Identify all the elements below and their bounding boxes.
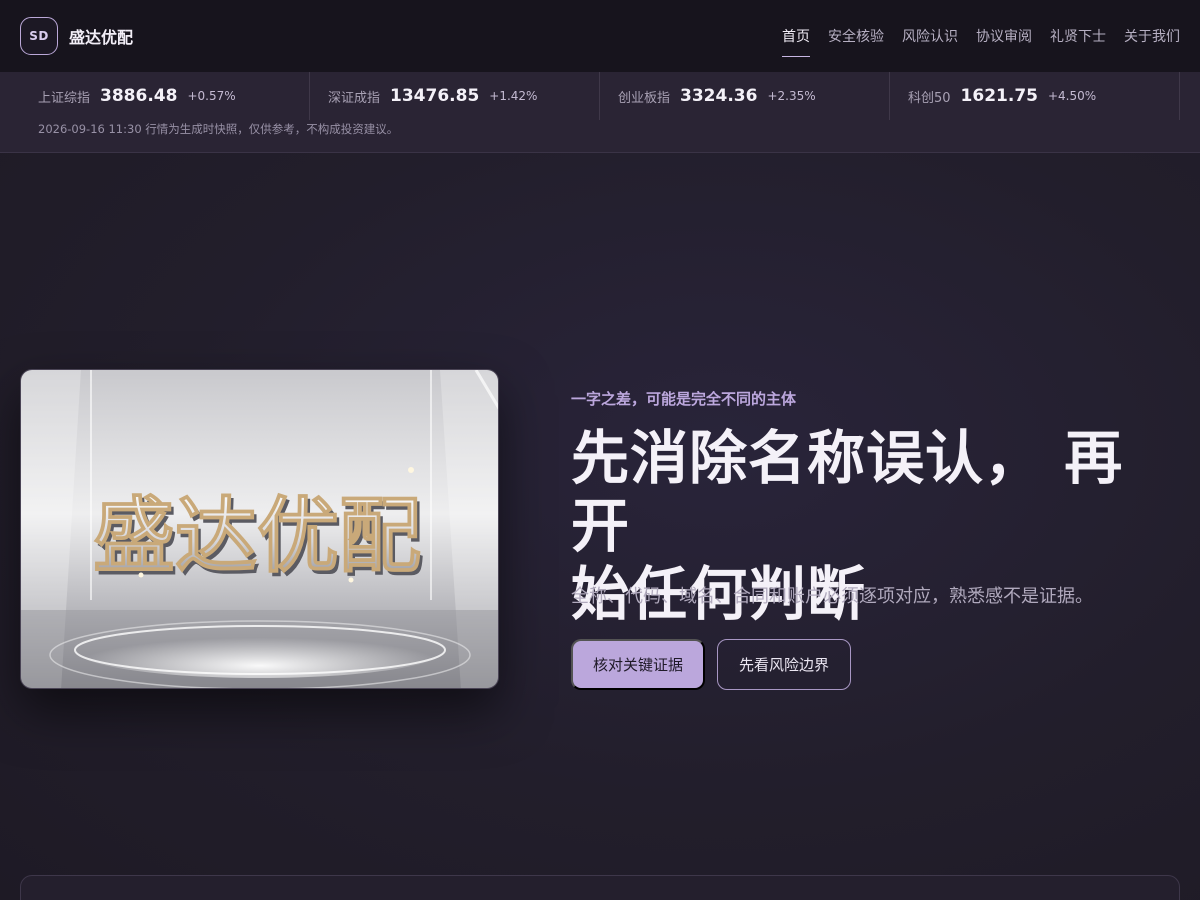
ticker-index-name: 科创50 bbox=[908, 90, 951, 106]
ticker-item: 创业板指 3324.36 +2.35% bbox=[600, 72, 890, 120]
hero-subline: 全称、代码、域名、合同和账户必须逐项对应，熟悉感不是证据。 bbox=[571, 586, 1093, 607]
ticker-index-value: 1621.75 bbox=[960, 86, 1038, 106]
hero-headline-line-1: 先消除名称误认， 再开 bbox=[571, 424, 1124, 560]
hero-eyebrow: 一字之差，可能是完全不同的主体 bbox=[571, 390, 797, 408]
nav-item-risk-awareness[interactable]: 风险认识 bbox=[902, 0, 958, 72]
top-navigation: SD 盛达优配 首页 安全核验 风险认识 协议审阅 礼贤下士 关于我们 bbox=[0, 0, 1200, 72]
ticker-index-value: 13476.85 bbox=[390, 86, 480, 106]
risk-boundary-button[interactable]: 先看风险边界 bbox=[717, 639, 851, 690]
ticker-disclaimer: 2026-09-16 11:30 行情为生成时快照，仅供参考，不构成投资建议。 bbox=[38, 122, 399, 136]
ticker-index-value: 3324.36 bbox=[680, 86, 758, 106]
brand-logo[interactable]: SD bbox=[20, 17, 58, 55]
brand[interactable]: SD 盛达优配 bbox=[20, 17, 133, 55]
ticker-index-name: 上证综指 bbox=[38, 90, 91, 106]
nav-item-home[interactable]: 首页 bbox=[782, 0, 810, 72]
hero-brand-image: 盛达优配 盛达优配 bbox=[20, 369, 499, 689]
ticker-item: 深证成指 13476.85 +1.42% bbox=[310, 72, 600, 120]
hero-image-text: 盛达优配 bbox=[93, 489, 421, 584]
nav-item-talent[interactable]: 礼贤下士 bbox=[1050, 0, 1106, 72]
ticker-index-change: +4.50% bbox=[1047, 89, 1097, 103]
ticker-index-change: +1.42% bbox=[489, 89, 538, 103]
hero-image-graphic: 盛达优配 盛达优配 bbox=[21, 370, 498, 688]
nav-item-agreement-review[interactable]: 协议审阅 bbox=[976, 0, 1032, 72]
nav-item-about[interactable]: 关于我们 bbox=[1124, 0, 1180, 72]
next-section-card bbox=[20, 875, 1180, 900]
ticker-index-change: +2.35% bbox=[767, 89, 816, 103]
market-ticker: 上证综指 3886.48 +0.57% 深证成指 13476.85 +1.42%… bbox=[0, 72, 1200, 153]
ticker-row: 上证综指 3886.48 +0.57% 深证成指 13476.85 +1.42%… bbox=[0, 72, 1200, 120]
main-nav: 首页 安全核验 风险认识 协议审阅 礼贤下士 关于我们 bbox=[782, 0, 1180, 72]
ticker-item: 上证综指 3886.48 +0.57% bbox=[20, 72, 310, 120]
ticker-index-name: 深证成指 bbox=[328, 90, 381, 106]
brand-name[interactable]: 盛达优配 bbox=[69, 24, 133, 48]
verify-evidence-button[interactable]: 核对关键证据 bbox=[571, 639, 705, 690]
nav-item-security-check[interactable]: 安全核验 bbox=[828, 0, 884, 72]
ticker-index-change: +0.57% bbox=[187, 89, 236, 103]
ticker-item: 科创50 1621.75 +4.50% bbox=[890, 72, 1180, 120]
ticker-index-name: 创业板指 bbox=[618, 90, 671, 106]
ticker-index-value: 3886.48 bbox=[100, 86, 178, 106]
page: SD 盛达优配 首页 安全核验 风险认识 协议审阅 礼贤下士 关于我们 上证综指… bbox=[0, 0, 1200, 900]
